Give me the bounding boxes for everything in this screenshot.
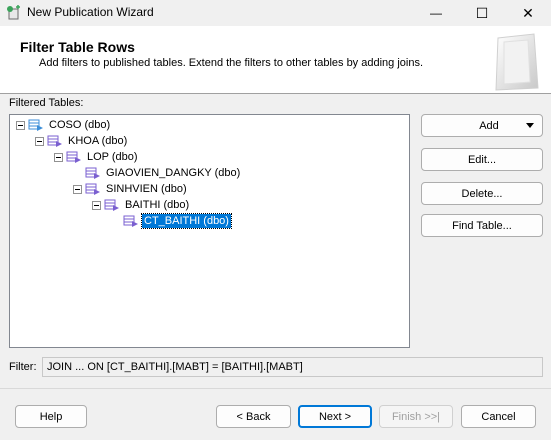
tree-node[interactable]: CT_BAITHI (dbo) <box>111 213 232 229</box>
edit-button-label: Edit... <box>467 153 497 166</box>
find-table-button[interactable]: Find Table... <box>421 214 543 237</box>
filtered-tables-label: Filtered Tables: <box>9 97 84 109</box>
delete-button[interactable]: Delete... <box>421 182 543 205</box>
filtered-tables-tree[interactable]: COSO (dbo) KHOA (dbo) LOP (dbo) GIAOVIEN_DA… <box>9 114 410 348</box>
cancel-button-label: Cancel <box>481 410 516 423</box>
root-table-icon <box>28 119 43 131</box>
join-table-icon <box>85 167 100 179</box>
finish-button: Finish >>| <box>379 405 453 428</box>
tree-node-label: CT_BAITHI (dbo) <box>141 213 232 229</box>
join-table-icon <box>85 183 100 195</box>
wizard-app-icon <box>7 5 20 20</box>
join-table-icon <box>47 135 62 147</box>
tree-node[interactable]: SINHVIEN (dbo) <box>73 181 189 197</box>
filter-label: Filter: <box>9 361 37 373</box>
add-button[interactable]: Add <box>421 114 543 137</box>
find-table-button-label: Find Table... <box>452 219 512 232</box>
maximize-icon: ☐ <box>475 4 489 21</box>
join-table-icon <box>66 151 81 163</box>
tree-node-label: GIAOVIEN_DANGKY (dbo) <box>106 167 241 179</box>
close-icon: ✕ <box>522 4 534 21</box>
edit-button[interactable]: Edit... <box>421 148 543 171</box>
dropdown-arrow-icon <box>526 123 534 128</box>
help-button-label: Help <box>39 410 63 423</box>
back-button-label: < Back <box>236 410 271 423</box>
add-button-label: Add <box>479 119 499 132</box>
finish-button-label: Finish >>| <box>391 410 441 423</box>
tree-node-label: COSO (dbo) <box>49 119 111 131</box>
help-button[interactable]: Help <box>15 405 87 428</box>
tree-node[interactable]: BAITHI (dbo) <box>92 197 191 213</box>
minimize-button[interactable]: — <box>413 0 459 26</box>
window-title: New Publication Wizard <box>27 5 154 19</box>
tree-node[interactable]: LOP (dbo) <box>54 149 140 165</box>
join-table-icon <box>104 199 119 211</box>
page-title: Filter Table Rows <box>20 39 135 55</box>
next-button-label: Next > <box>318 410 352 423</box>
close-button[interactable]: ✕ <box>505 0 551 26</box>
wizard-header: Filter Table Rows Add filters to publish… <box>0 26 551 94</box>
tree-node[interactable]: GIAOVIEN_DANGKY (dbo) <box>73 165 242 181</box>
back-button[interactable]: < Back <box>216 405 291 428</box>
filter-statement-field: JOIN ... ON [CT_BAITHI].[MABT] = [BAITHI… <box>42 357 543 377</box>
glass-graphic-icon <box>495 33 539 91</box>
maximize-button[interactable]: ☐ <box>459 0 505 26</box>
title-bar: New Publication Wizard — ☐ ✕ <box>0 0 551 26</box>
tree-node-label: KHOA (dbo) <box>68 135 128 147</box>
tree-node-label: LOP (dbo) <box>87 151 138 163</box>
delete-button-label: Delete... <box>461 187 503 200</box>
tree-node-label: SINHVIEN (dbo) <box>106 183 187 195</box>
collapse-toggle-icon[interactable] <box>16 120 25 130</box>
collapse-toggle-icon[interactable] <box>73 184 82 194</box>
footer-divider <box>0 388 551 389</box>
tree-node[interactable]: KHOA (dbo) <box>35 133 129 149</box>
tree-node-label: BAITHI (dbo) <box>125 199 190 211</box>
cancel-button[interactable]: Cancel <box>461 405 536 428</box>
collapse-toggle-icon[interactable] <box>54 152 63 162</box>
tree-node[interactable]: COSO (dbo) <box>16 117 112 133</box>
join-table-icon <box>123 215 138 227</box>
page-subtitle: Add filters to published tables. Extend … <box>39 57 424 69</box>
minimize-icon: — <box>430 6 442 20</box>
next-button[interactable]: Next > <box>298 405 372 428</box>
collapse-toggle-icon[interactable] <box>35 136 44 146</box>
collapse-toggle-icon[interactable] <box>92 200 101 210</box>
